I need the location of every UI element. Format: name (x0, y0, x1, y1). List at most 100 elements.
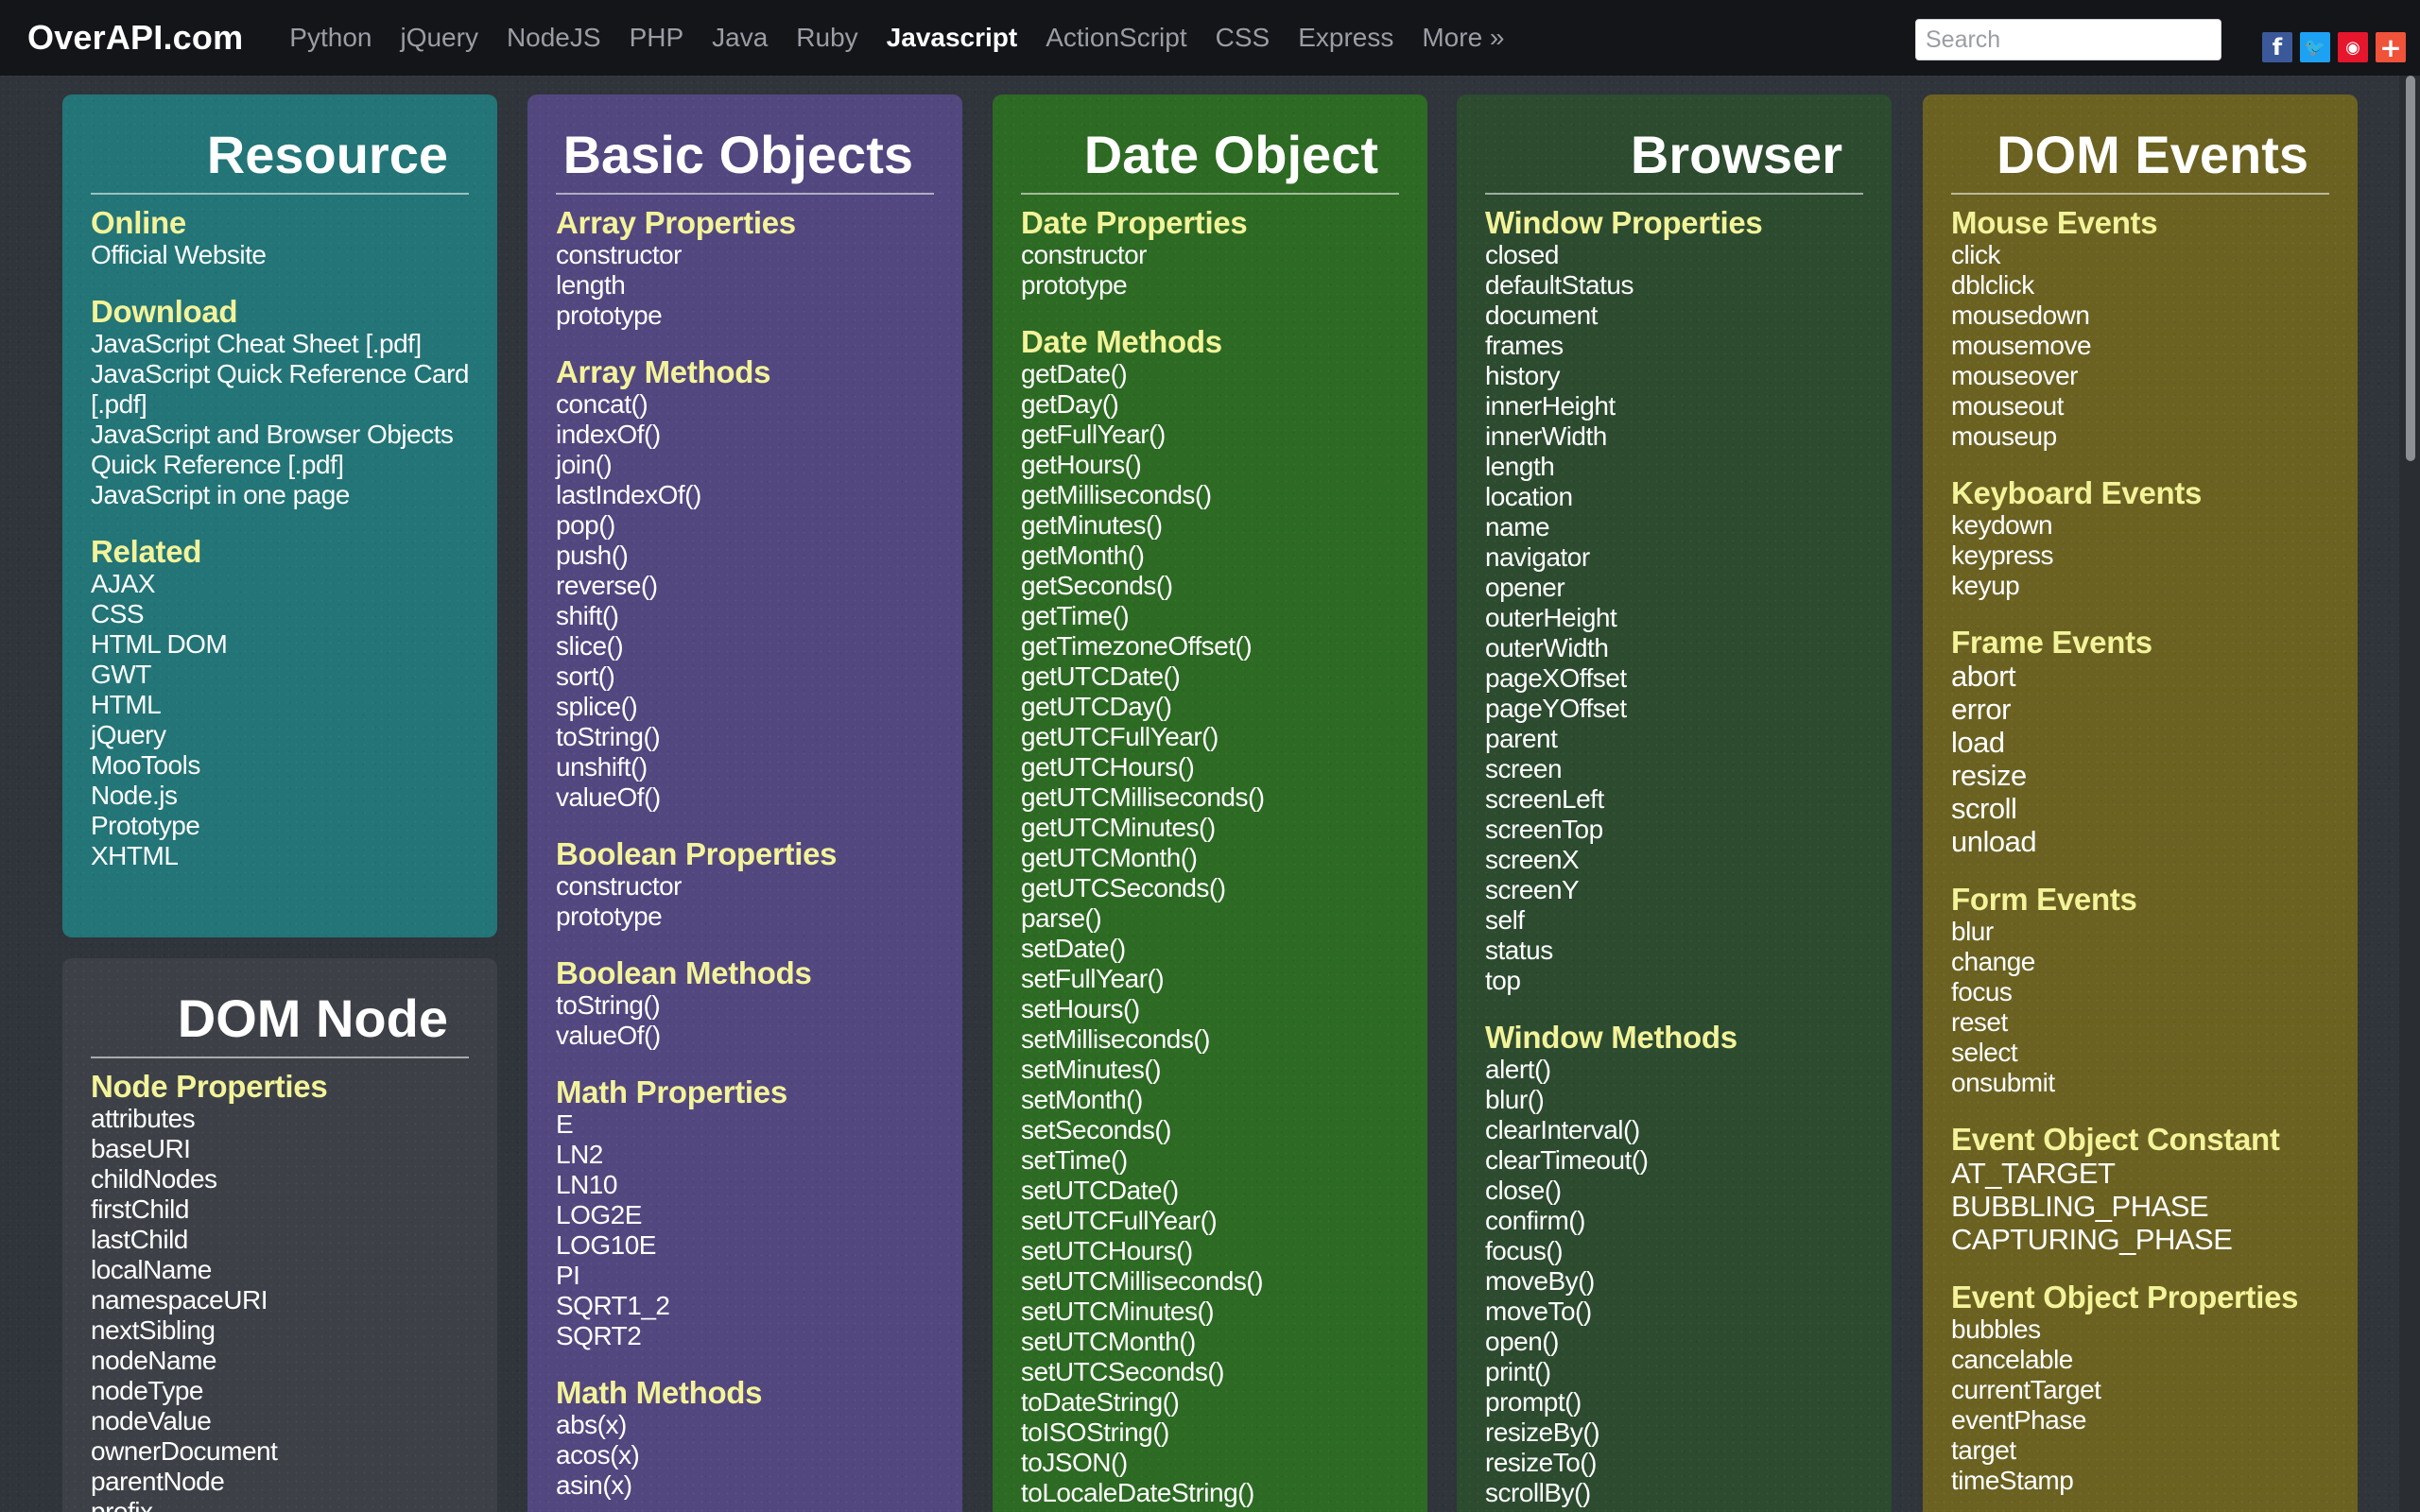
api-link[interactable]: ownerDocument (91, 1436, 469, 1467)
api-link[interactable]: HTML (91, 690, 469, 720)
api-link[interactable]: pageYOffset (1485, 694, 1863, 724)
api-link[interactable]: resizeTo() (1485, 1448, 1863, 1478)
api-link[interactable]: setUTCFullYear() (1021, 1206, 1399, 1236)
facebook-icon[interactable]: f (2262, 32, 2292, 62)
api-link[interactable]: SQRT2 (556, 1321, 934, 1351)
api-link[interactable]: LOG2E (556, 1200, 934, 1230)
api-link[interactable]: lastIndexOf() (556, 480, 934, 510)
api-link[interactable]: defaultStatus (1485, 270, 1863, 301)
api-link[interactable]: keydown (1951, 510, 2329, 541)
api-link[interactable]: closed (1485, 240, 1863, 270)
api-link[interactable]: acos(x) (556, 1440, 934, 1470)
api-link[interactable]: constructor (1021, 240, 1399, 270)
api-link[interactable]: SQRT1_2 (556, 1291, 934, 1321)
api-link[interactable]: setFullYear() (1021, 964, 1399, 994)
page-scrollbar[interactable] (2399, 76, 2420, 1512)
api-link[interactable]: getMilliseconds() (1021, 480, 1399, 510)
api-link[interactable]: resizeBy() (1485, 1418, 1863, 1448)
api-link[interactable]: getTime() (1021, 601, 1399, 631)
api-link[interactable]: change (1951, 947, 2329, 977)
api-link[interactable]: focus (1951, 977, 2329, 1007)
nav-item-jquery[interactable]: jQuery (386, 23, 492, 53)
api-link[interactable]: moveBy() (1485, 1266, 1863, 1297)
api-link[interactable]: prototype (556, 301, 934, 331)
api-link[interactable]: toISOString() (1021, 1418, 1399, 1448)
api-link[interactable]: blur() (1485, 1085, 1863, 1115)
api-link[interactable]: parse() (1021, 903, 1399, 934)
api-link[interactable]: JavaScript Quick Reference Card [.pdf] (91, 359, 470, 420)
share-plus-icon[interactable]: + (2376, 32, 2406, 63)
weibo-icon[interactable]: ◉ (2338, 32, 2368, 62)
api-link[interactable]: focus() (1485, 1236, 1863, 1266)
api-link[interactable]: Node.js (91, 781, 469, 811)
api-link[interactable]: top (1485, 966, 1863, 996)
api-link[interactable]: pop() (556, 510, 934, 541)
api-link[interactable]: timeStamp (1951, 1466, 2329, 1496)
api-link[interactable]: bubbles (1951, 1314, 2329, 1345)
api-link[interactable]: click (1951, 240, 2329, 270)
nav-item-more[interactable]: More » (1408, 23, 1518, 53)
api-link[interactable]: E (556, 1109, 934, 1140)
api-link[interactable]: namespaceURI (91, 1285, 469, 1315)
api-link[interactable]: setUTCMinutes() (1021, 1297, 1399, 1327)
api-link[interactable]: moveTo() (1485, 1297, 1863, 1327)
api-link[interactable]: keyup (1951, 571, 2329, 601)
api-link[interactable]: nodeName (91, 1346, 469, 1376)
api-link[interactable]: self (1485, 905, 1863, 936)
api-link[interactable]: attributes (91, 1104, 469, 1134)
api-link[interactable]: clearInterval() (1485, 1115, 1863, 1145)
api-link[interactable]: setSeconds() (1021, 1115, 1399, 1145)
api-link[interactable]: baseURI (91, 1134, 469, 1164)
api-link[interactable]: mouseover (1951, 361, 2329, 391)
api-link[interactable]: screenY (1485, 875, 1863, 905)
nav-item-express[interactable]: Express (1284, 23, 1408, 53)
api-link[interactable]: LOG10E (556, 1230, 934, 1261)
api-link[interactable]: keypress (1951, 541, 2329, 571)
api-link[interactable]: concat() (556, 389, 934, 420)
api-link[interactable]: parentNode (91, 1467, 469, 1497)
api-link[interactable]: nodeValue (91, 1406, 469, 1436)
nav-item-actionscript[interactable]: ActionScript (1031, 23, 1201, 53)
api-link[interactable]: shift() (556, 601, 934, 631)
api-link[interactable]: LN10 (556, 1170, 934, 1200)
api-link[interactable]: getMonth() (1021, 541, 1399, 571)
api-link[interactable]: asin(x) (556, 1470, 934, 1501)
nav-item-nodejs[interactable]: NodeJS (493, 23, 615, 53)
api-link[interactable]: setDate() (1021, 934, 1399, 964)
api-link[interactable]: length (556, 270, 934, 301)
api-link[interactable]: constructor (556, 240, 934, 270)
api-link[interactable]: MooTools (91, 750, 469, 781)
api-link[interactable]: PI (556, 1261, 934, 1291)
api-link[interactable]: eventPhase (1951, 1405, 2329, 1435)
api-link[interactable]: unload (1951, 825, 2329, 858)
api-link[interactable]: childNodes (91, 1164, 469, 1194)
api-link[interactable]: toLocaleDateString() (1021, 1478, 1399, 1508)
nav-item-python[interactable]: Python (275, 23, 386, 53)
api-link[interactable]: target (1951, 1435, 2329, 1466)
api-link[interactable]: select (1951, 1038, 2329, 1068)
api-link[interactable]: JavaScript in one page (91, 480, 469, 510)
api-link[interactable]: jQuery (91, 720, 469, 750)
api-link[interactable]: XHTML (91, 841, 469, 871)
api-link[interactable]: getUTCDate() (1021, 662, 1399, 692)
api-link[interactable]: prefix (91, 1497, 469, 1512)
api-link[interactable]: CAPTURING_PHASE (1951, 1223, 2329, 1256)
api-link[interactable]: Prototype (91, 811, 469, 841)
api-link[interactable]: mouseout (1951, 391, 2329, 421)
site-logo[interactable]: OverAPI.com (27, 18, 243, 58)
api-link[interactable]: getDate() (1021, 359, 1399, 389)
api-link[interactable]: toString() (556, 990, 934, 1021)
api-link[interactable]: JavaScript and Browser Objects Quick Ref… (91, 420, 469, 480)
api-link[interactable]: setMonth() (1021, 1085, 1399, 1115)
api-link[interactable]: parent (1485, 724, 1863, 754)
api-link[interactable]: navigator (1485, 542, 1863, 573)
api-link[interactable]: location (1485, 482, 1863, 512)
api-link[interactable]: push() (556, 541, 934, 571)
api-link[interactable]: reverse() (556, 571, 934, 601)
api-link[interactable]: getUTCHours() (1021, 752, 1399, 782)
api-link[interactable]: GWT (91, 660, 469, 690)
api-link[interactable]: onsubmit (1951, 1068, 2329, 1098)
api-link[interactable]: scrollBy() (1485, 1478, 1863, 1508)
api-link[interactable]: status (1485, 936, 1863, 966)
api-link[interactable]: CSS (91, 599, 469, 629)
